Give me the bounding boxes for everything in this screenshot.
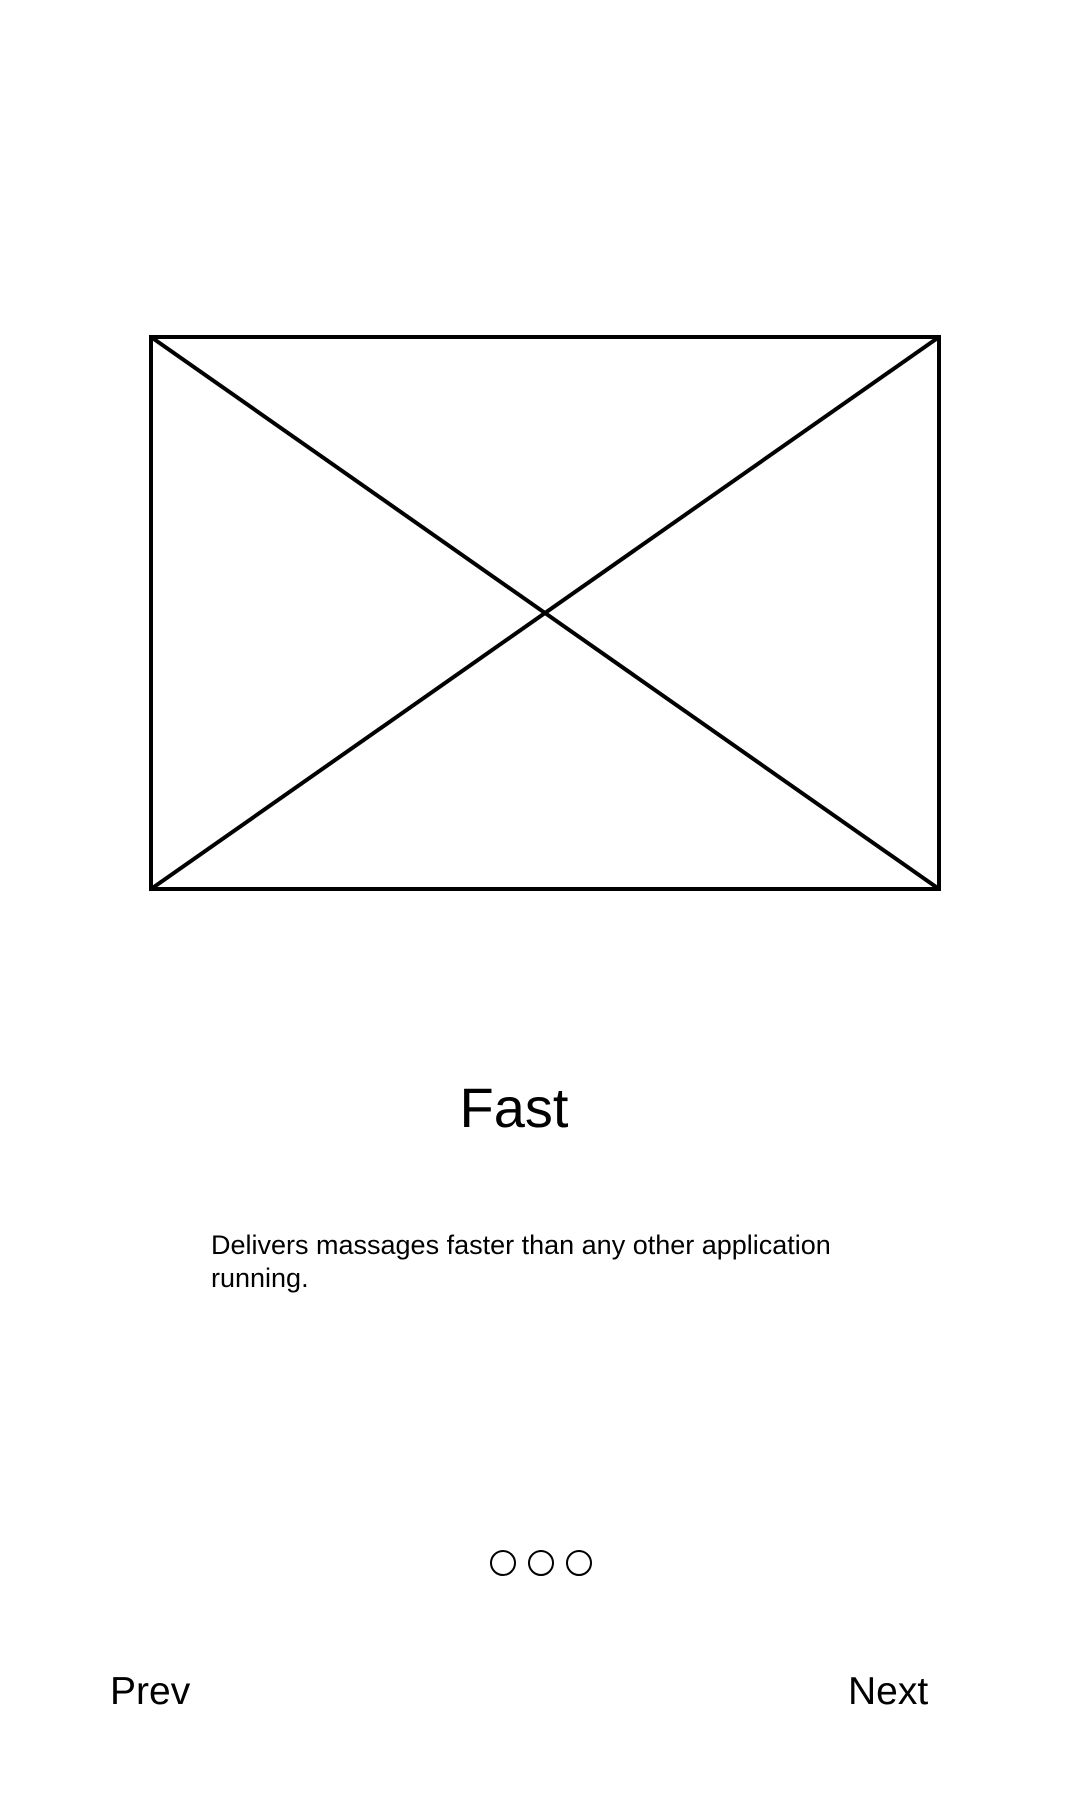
page-indicator: [490, 1550, 592, 1576]
image-placeholder-icon: [149, 335, 941, 891]
page-description: Delivers massages faster than any other …: [211, 1230, 831, 1293]
image-placeholder-graphic: [149, 335, 941, 891]
page-title: Fast: [459, 1076, 569, 1139]
prev-button[interactable]: Prev: [110, 1668, 190, 1716]
page-dot-1[interactable]: [490, 1550, 516, 1576]
page-dot-3[interactable]: [566, 1550, 592, 1576]
page-dot-2[interactable]: [528, 1550, 554, 1576]
next-button[interactable]: Next: [848, 1668, 928, 1716]
